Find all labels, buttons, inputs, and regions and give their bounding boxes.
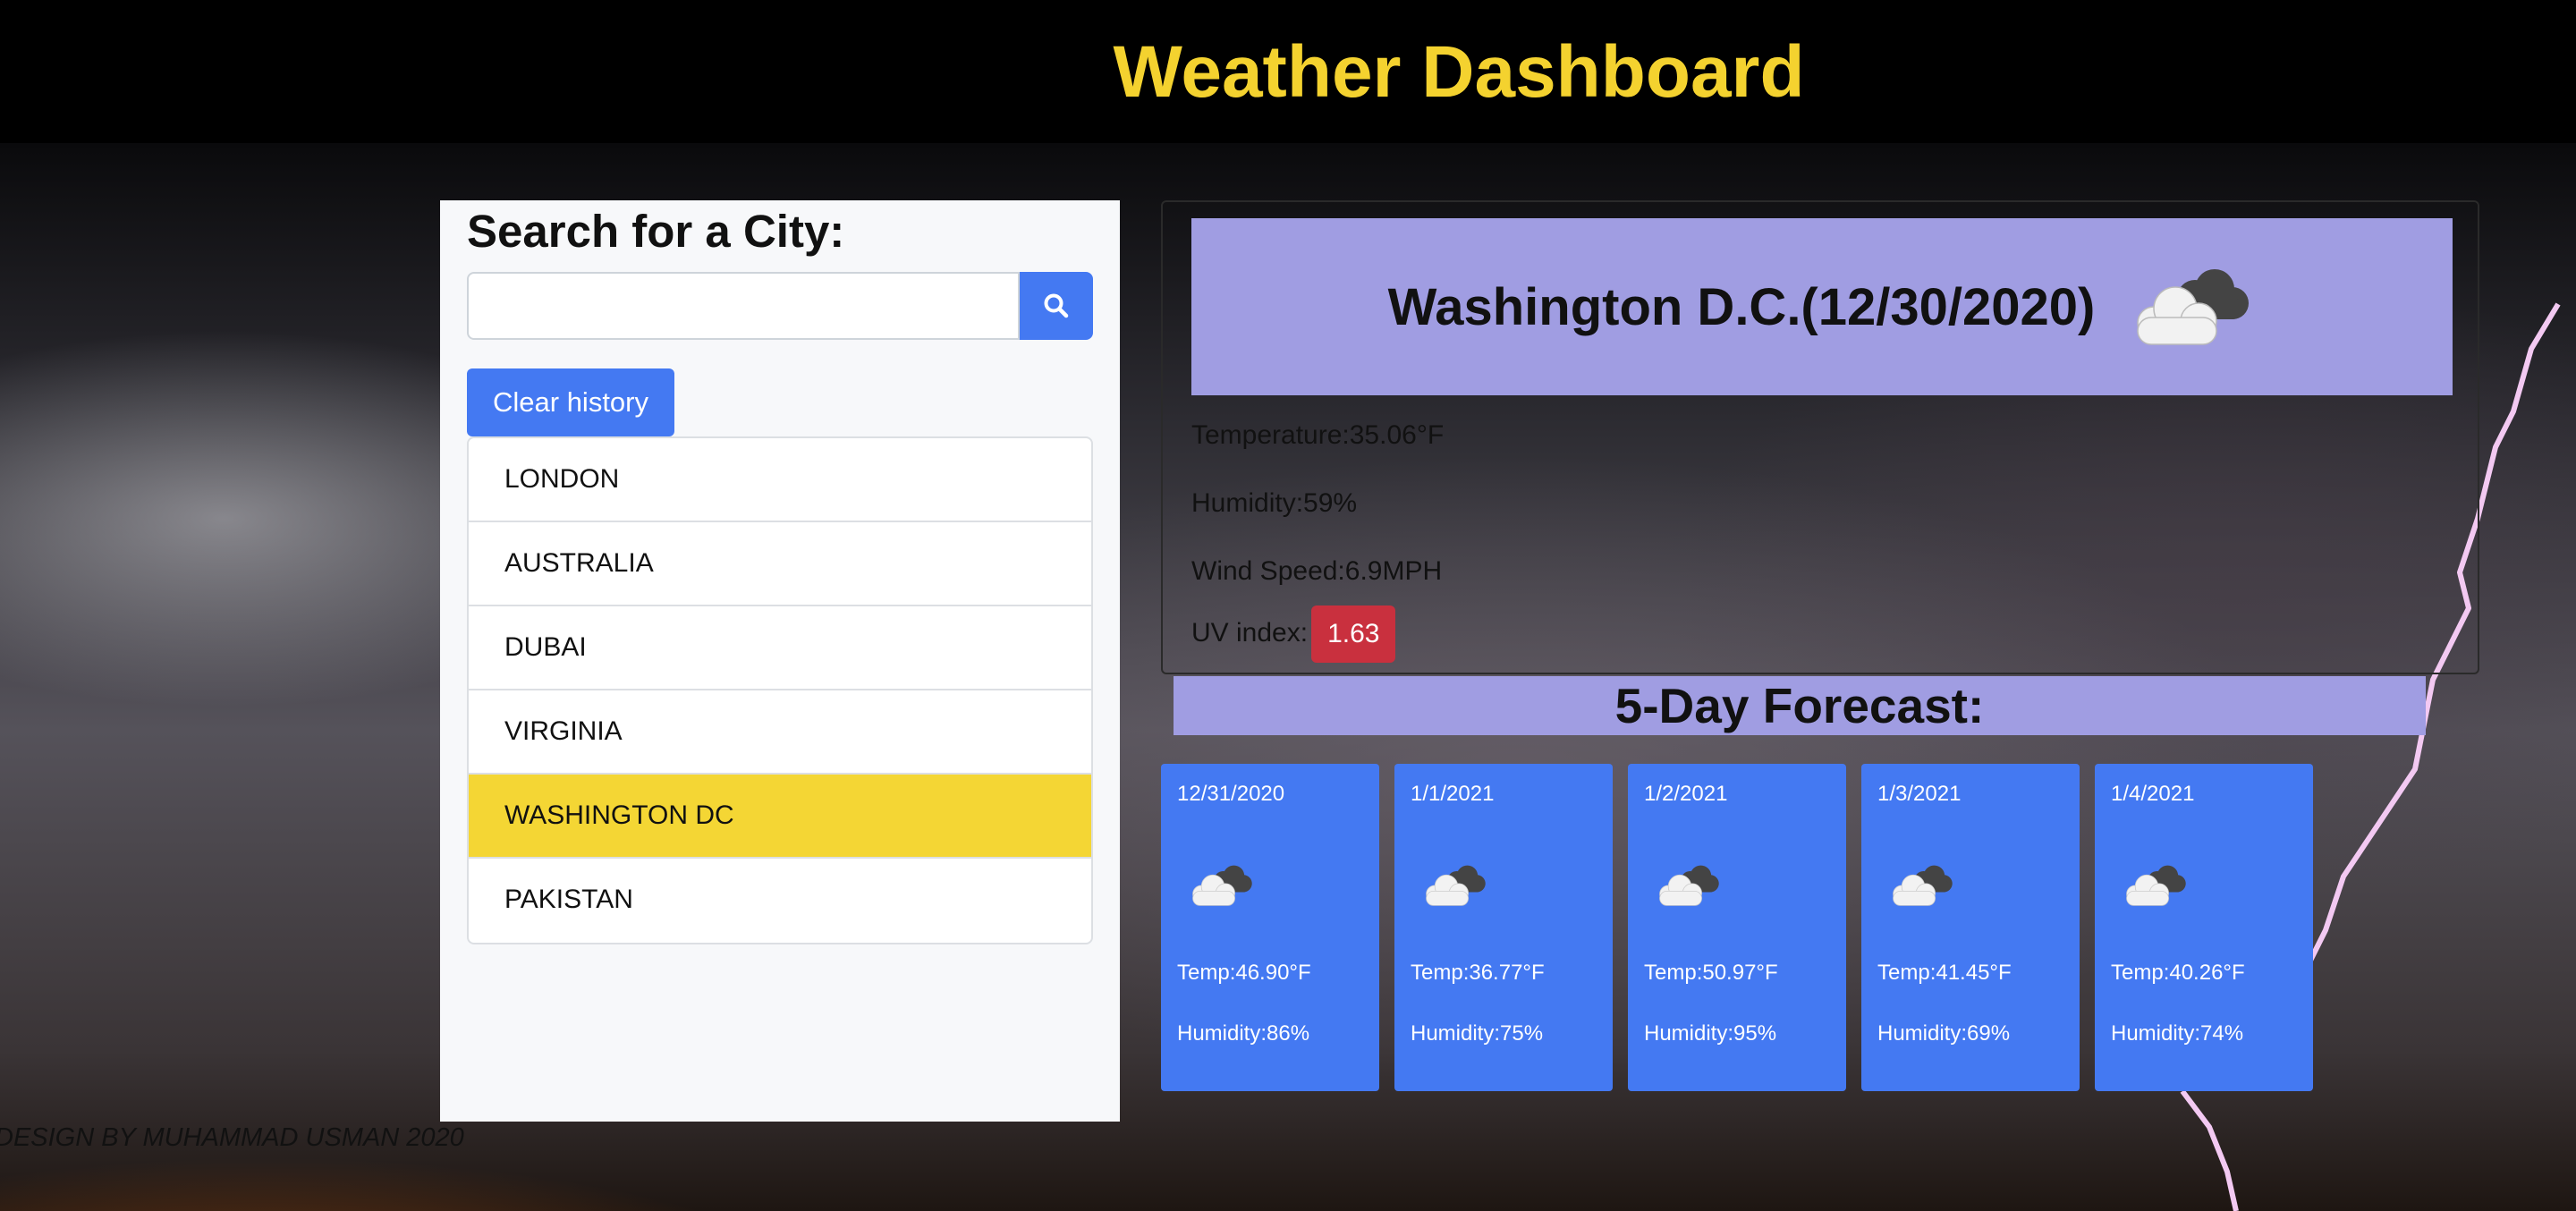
history-item[interactable]: LONDON	[469, 438, 1091, 522]
cloudy-icon	[1659, 865, 1719, 906]
uv-index-label: UV index:	[1191, 618, 1309, 648]
forecast-card: 1/3/2021 Temp:41.45°F Humidity:69%	[1861, 764, 2080, 1091]
forecast-temp: Temp:40.26°F	[2111, 961, 2245, 985]
history-item[interactable]: DUBAI	[469, 606, 1091, 690]
forecast-temp: Temp:36.77°F	[1411, 961, 1545, 985]
search-history-list: LONDON AUSTRALIA DUBAI VIRGINIA WASHINGTON D…	[467, 436, 1093, 944]
history-item[interactable]: AUSTRALIA	[469, 522, 1091, 606]
clear-history-button[interactable]: Clear history	[467, 368, 674, 436]
city-date-title: Washington D.C.(12/30/2020)	[1387, 277, 2096, 336]
cloudy-icon	[2126, 865, 2186, 906]
cloudy-icon	[1426, 865, 1486, 906]
city-search-input[interactable]	[467, 272, 1020, 340]
forecast-humidity: Humidity:86%	[1177, 1021, 1310, 1046]
forecast-card: 1/2/2021 Temp:50.97°F Humidity:95%	[1628, 764, 1846, 1091]
history-item[interactable]: VIRGINIA	[469, 690, 1091, 775]
current-temperature: Temperature:35.06°F	[1191, 420, 1445, 450]
cloudy-icon	[1893, 865, 1953, 906]
forecast-temp: Temp:41.45°F	[1877, 961, 2012, 985]
cloudy-icon	[2137, 269, 2250, 345]
uv-index-badge: 1.63	[1311, 606, 1396, 664]
history-item[interactable]: WASHINGTON DC	[469, 775, 1091, 859]
current-humidity: Humidity:59%	[1191, 488, 1358, 518]
history-item[interactable]: PAKISTAN	[469, 859, 1091, 943]
search-heading: Search for a City:	[467, 206, 845, 257]
page-title: Weather Dashboard	[1113, 31, 1805, 113]
forecast-humidity: Humidity:75%	[1411, 1021, 1544, 1046]
forecast-temp: Temp:46.90°F	[1177, 961, 1311, 985]
forecast-humidity: Humidity:74%	[2111, 1021, 2244, 1046]
forecast-date: 12/31/2020	[1177, 782, 1285, 806]
search-icon	[1044, 293, 1069, 318]
forecast-date: 1/4/2021	[2111, 782, 2195, 806]
forecast-date: 1/2/2021	[1644, 782, 1728, 806]
forecast-card: 12/31/2020 Temp:46.90°F Humidity:86%	[1161, 764, 1379, 1091]
search-panel: Search for a City: Clear history LONDON A…	[440, 200, 1120, 1122]
footer-credit: DESIGN BY MUHAMMAD USMAN 2020	[0, 1123, 464, 1152]
forecast-card: 1/1/2021 Temp:36.77°F Humidity:75%	[1394, 764, 1613, 1091]
forecast-humidity: Humidity:95%	[1644, 1021, 1777, 1046]
forecast-card: 1/4/2021 Temp:40.26°F Humidity:74%	[2095, 764, 2313, 1091]
forecast-date: 1/1/2021	[1411, 782, 1495, 806]
forecast-temp: Temp:50.97°F	[1644, 961, 1778, 985]
current-weather-header: Washington D.C.(12/30/2020)	[1191, 218, 2453, 395]
current-wind-speed: Wind Speed:6.9MPH	[1191, 556, 1443, 586]
current-uv-index: UV index: 1.63	[1191, 605, 1396, 664]
forecast-humidity: Humidity:69%	[1877, 1021, 2011, 1046]
search-button[interactable]	[1020, 272, 1093, 340]
cloudy-icon	[1192, 865, 1252, 906]
forecast-heading: 5-Day Forecast:	[1174, 676, 2426, 735]
forecast-date: 1/3/2021	[1877, 782, 1962, 806]
current-weather-card: Washington D.C.(12/30/2020) Temperature:…	[1161, 200, 2479, 674]
